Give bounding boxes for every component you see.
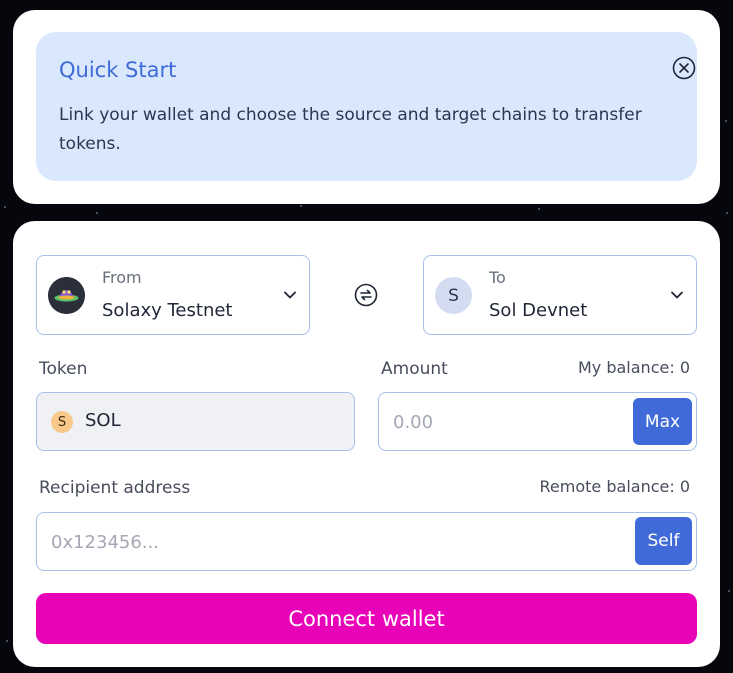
to-label: To (489, 268, 506, 287)
remote-balance-label: Remote balance: 0 (539, 477, 690, 496)
recipient-field: Self (36, 512, 697, 571)
from-chain-select[interactable]: From Solaxy Testnet (36, 255, 310, 335)
amount-input[interactable] (393, 407, 623, 437)
quick-start-title: Quick Start (59, 58, 177, 82)
recipient-address-input[interactable] (51, 527, 631, 557)
quick-start-card: Quick Start Link your wallet and choose … (13, 10, 720, 204)
to-chain-name: Sol Devnet (489, 300, 588, 321)
sol-devnet-icon: S (435, 277, 472, 314)
amount-label: Amount (381, 359, 448, 379)
quick-start-text: Link your wallet and choose the source a… (59, 105, 642, 154)
from-label: From (102, 268, 142, 287)
chevron-down-icon (283, 287, 297, 301)
max-button[interactable]: Max (633, 398, 692, 445)
token-label: Token (39, 359, 88, 379)
transfer-card: From Solaxy Testnet S To Sol Devnet Toke… (13, 221, 720, 667)
token-select[interactable]: S SOL (36, 392, 355, 451)
to-chain-select[interactable]: S To Sol Devnet (423, 255, 697, 335)
solaxy-logo-icon (48, 277, 85, 314)
self-button[interactable]: Self (635, 517, 692, 565)
swap-chains-icon[interactable] (354, 283, 378, 307)
amount-field: Max (378, 392, 697, 451)
from-chain-name: Solaxy Testnet (102, 300, 233, 321)
recipient-label: Recipient address (39, 478, 191, 498)
close-icon[interactable] (672, 56, 696, 80)
connect-wallet-button[interactable]: Connect wallet (36, 593, 697, 644)
chevron-down-icon (670, 287, 684, 301)
my-balance-label: My balance: 0 (577, 358, 690, 377)
token-name: SOL (85, 410, 121, 431)
quick-start-banner: Quick Start Link your wallet and choose … (36, 32, 697, 181)
sol-token-icon: S (51, 411, 73, 433)
